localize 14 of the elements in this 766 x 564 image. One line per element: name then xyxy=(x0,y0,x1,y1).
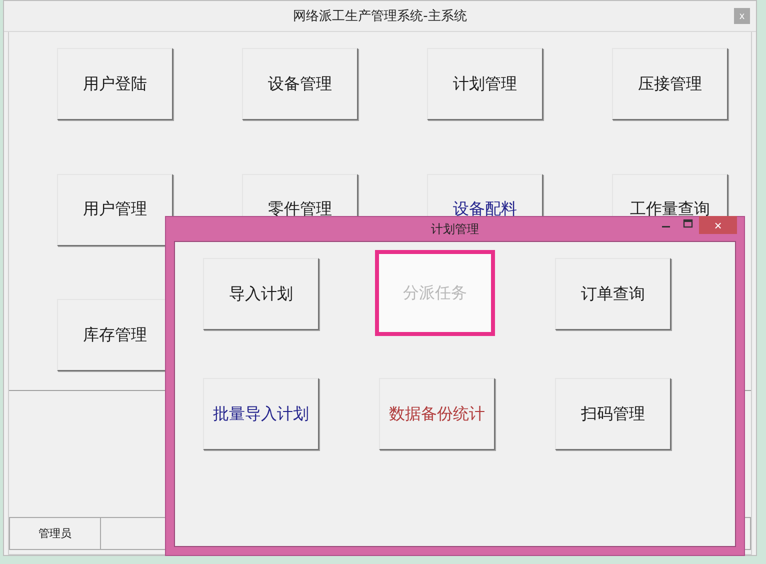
menu-button[interactable]: 数据备份统计 xyxy=(379,378,495,450)
menu-button[interactable]: 批量导入计划 xyxy=(203,378,319,450)
menu-button[interactable]: 压接管理 xyxy=(612,48,728,120)
status-cell: 管理员 xyxy=(9,517,101,550)
menu-button[interactable]: 设备管理 xyxy=(242,48,358,120)
menu-button[interactable]: 订单查询 xyxy=(555,258,671,330)
window-title: 网络派工生产管理系统-主系统 xyxy=(293,8,467,25)
dialog-title: 计划管理 xyxy=(431,220,479,238)
menu-button[interactable]: 用户管理 xyxy=(57,174,173,246)
menu-button[interactable]: 计划管理 xyxy=(427,48,543,120)
menu-button[interactable]: 扫码管理 xyxy=(555,378,671,450)
menu-button[interactable]: 导入计划 xyxy=(203,258,319,330)
menu-button[interactable]: 用户登陆 xyxy=(57,48,173,120)
close-button[interactable]: × xyxy=(699,216,737,234)
